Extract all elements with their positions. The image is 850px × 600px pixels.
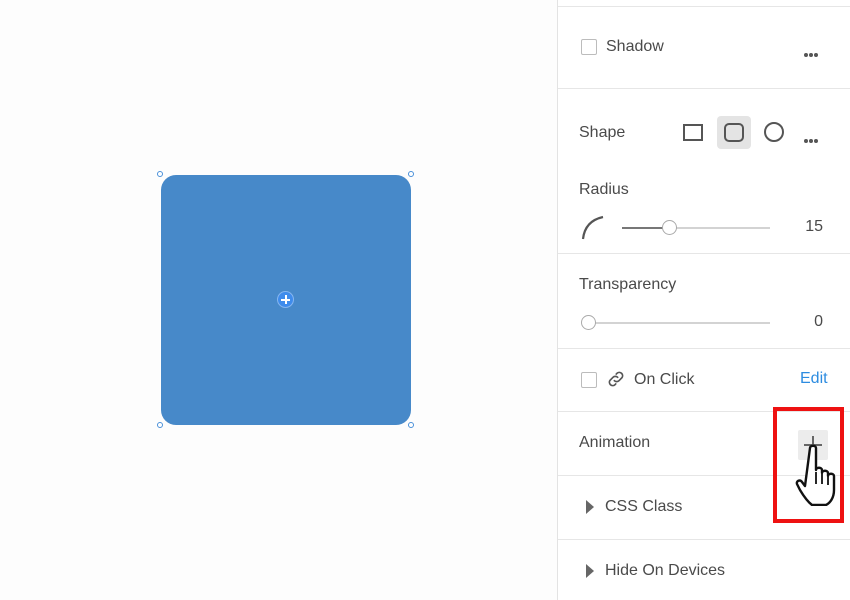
shadow-label: Shadow [606,38,664,55]
radius-label: Radius [579,181,629,198]
center-move-icon[interactable] [277,291,294,308]
divider [558,253,850,254]
css-class-expand-icon[interactable] [586,500,594,514]
transparency-slider-track[interactable] [588,322,770,324]
divider [558,539,850,540]
radius-value: 15 [805,218,823,235]
transparency-label: Transparency [579,276,677,293]
link-icon [608,371,624,387]
resize-handle-top-right[interactable] [408,171,414,177]
shape-more-icon[interactable] [804,131,819,145]
transparency-value: 0 [814,313,823,330]
shape-square-icon[interactable] [683,124,703,141]
css-class-label[interactable]: CSS Class [605,497,682,517]
shape-label: Shape [579,124,626,141]
on-click-checkbox[interactable] [581,372,597,388]
shape-rounded-icon [724,123,744,142]
radius-slider-thumb[interactable] [662,220,678,235]
hand-pointer-cursor-icon [795,444,836,506]
resize-handle-top-left[interactable] [157,171,163,177]
on-click-label: On Click [634,371,695,388]
transparency-slider-thumb[interactable] [581,315,596,330]
shadow-checkbox[interactable] [581,39,597,55]
shape-circle-icon[interactable] [764,122,784,142]
properties-panel: Shadow Shape Radius 15 Transparency 0 On… [557,0,850,600]
hide-on-devices-label[interactable]: Hide On Devices [605,561,725,581]
divider [558,411,850,412]
divider [558,348,850,349]
resize-handle-bottom-right[interactable] [408,422,414,428]
hide-on-devices-expand-icon[interactable] [586,564,594,578]
divider [558,6,850,7]
design-canvas[interactable] [0,0,557,600]
on-click-edit-link[interactable]: Edit [800,370,828,388]
animation-label: Animation [579,434,651,451]
divider [558,88,850,89]
corner-radius-icon [581,215,604,240]
shadow-more-icon[interactable] [804,45,819,59]
resize-handle-bottom-left[interactable] [157,422,163,428]
